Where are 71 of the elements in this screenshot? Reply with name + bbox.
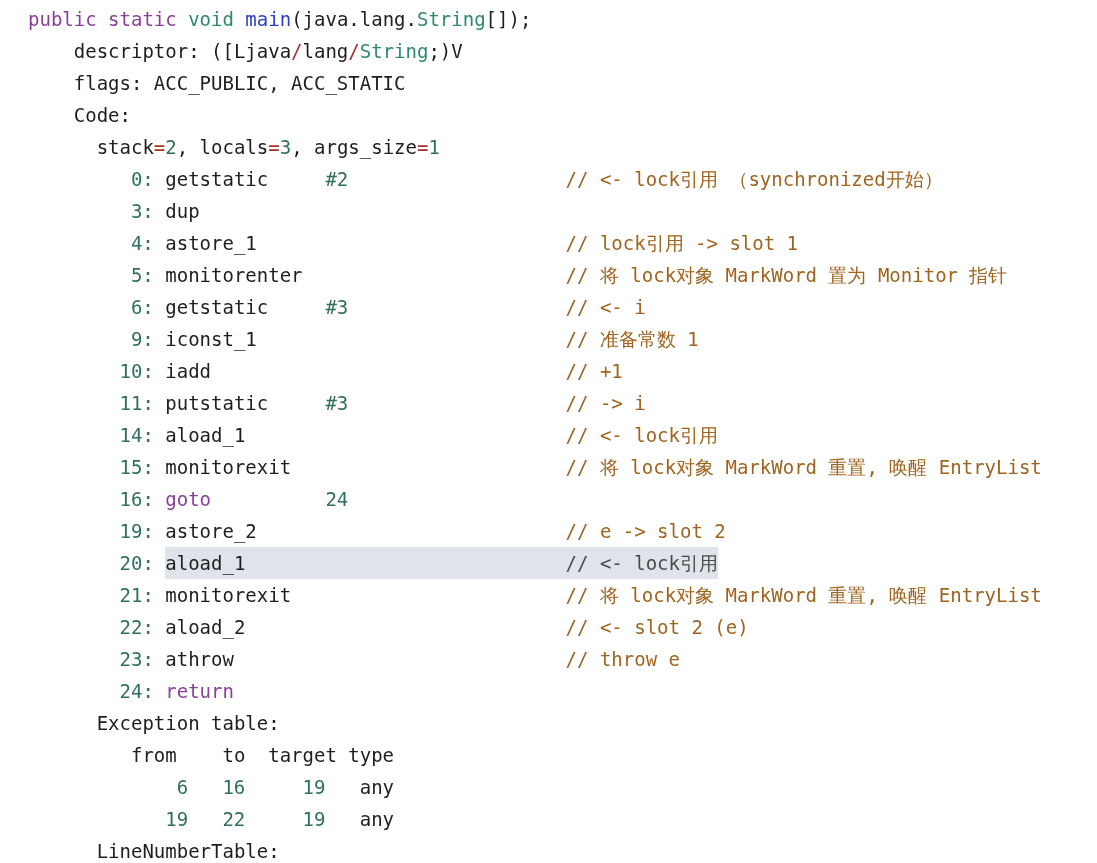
bytecode-offset: 5:: [129, 263, 154, 288]
opcode: iconst_1: [165, 328, 257, 350]
section-label: Exception table:: [96, 711, 280, 736]
bytecode-offset: 9:: [129, 327, 154, 352]
bytecode-offset: 10:: [119, 359, 154, 384]
bytecode-offset: 3:: [129, 199, 154, 224]
bytecode-offset: 6:: [129, 295, 154, 320]
code-line: public static void main(java.lang.String[]);: [28, 7, 532, 32]
bytecode-offset: 0:: [129, 167, 154, 192]
opcode: astore_1: [165, 232, 257, 254]
code-line: stack=2, locals=3, args_size=1: [96, 135, 440, 161]
code-comment: // 准备常数 1: [565, 327, 699, 352]
code-line: descriptor: ([Ljava/lang/String;)V: [73, 39, 463, 64]
code-comment: // 将 lock对象 MarkWord 重置, 唤醒 EntryList: [565, 583, 1042, 608]
table-cell-text: 16: [221, 775, 246, 800]
opcode: return: [165, 680, 234, 702]
table-cell-text: 19: [301, 807, 326, 832]
opcode: putstatic: [165, 392, 269, 414]
code-comment: // +1: [565, 359, 623, 384]
table-cell-text: 22: [221, 807, 246, 832]
opcode: monitorexit: [165, 456, 292, 478]
opcode: goto: [165, 488, 211, 510]
bytecode-offset: 15:: [119, 455, 154, 480]
table-header: from: [130, 743, 178, 768]
code-comment: // 将 lock对象 MarkWord 重置, 唤醒 EntryList: [565, 455, 1042, 480]
code-comment: // <- lock引用: [565, 423, 718, 448]
opcode: getstatic: [165, 168, 269, 190]
bytecode-offset: 20:: [119, 551, 154, 576]
operand: 24: [325, 488, 349, 510]
bytecode-offset: 19:: [119, 519, 154, 544]
table-cell-text: any: [359, 775, 394, 800]
code-comment: // throw e: [565, 647, 680, 672]
code-line: flags: ACC_PUBLIC, ACC_STATIC: [73, 71, 406, 97]
code-comment: // 将 lock对象 MarkWord 置为 Monitor 指针: [565, 263, 1008, 288]
opcode: aload_1: [165, 424, 246, 446]
table-cell-text: any: [359, 807, 394, 832]
code-comment: // -> i: [565, 391, 646, 416]
table-cell-text: 6: [175, 775, 189, 800]
code-comment: // <- lock引用 （synchronized开始）: [565, 167, 943, 192]
opcode: dup: [165, 200, 200, 222]
code-comment: // lock引用 -> slot 1: [565, 231, 799, 256]
bytecode-offset: 22:: [119, 615, 154, 640]
opcode: getstatic: [165, 296, 269, 318]
opcode: monitorenter: [165, 264, 303, 286]
code-comment: // <- i: [565, 295, 646, 320]
opcode: aload_1: [165, 552, 246, 574]
bytecode-offset: 4:: [129, 231, 154, 256]
table-cell-text: 19: [164, 807, 189, 832]
bytecode-offset: 24:: [119, 679, 154, 704]
bytecode-offset: 16:: [119, 487, 154, 512]
table-cell-text: 19: [301, 775, 326, 800]
operand: #3: [325, 392, 349, 414]
code-comment: // e -> slot 2: [565, 519, 726, 544]
bytecode-offset: 23:: [119, 647, 154, 672]
bytecode-offset: 11:: [119, 391, 154, 416]
bytecode-offset: 14:: [119, 423, 154, 448]
opcode: aload_2: [165, 616, 246, 638]
opcode: monitorexit: [165, 584, 292, 606]
opcode: iadd: [165, 360, 211, 382]
operand: #3: [325, 296, 349, 318]
table-header: to: [222, 743, 247, 768]
opcode: athrow: [165, 648, 234, 670]
operand: #2: [325, 168, 349, 190]
table-header: target: [268, 743, 338, 768]
table-header: type: [348, 743, 394, 768]
section-label: LineNumberTable:: [96, 839, 280, 863]
code-comment: // <- slot 2 (e): [565, 615, 749, 640]
code-comment: // <- lock引用: [565, 551, 718, 576]
opcode: astore_2: [165, 520, 257, 542]
bytecode-offset: 21:: [119, 583, 154, 608]
section-label: Code:: [73, 103, 131, 128]
